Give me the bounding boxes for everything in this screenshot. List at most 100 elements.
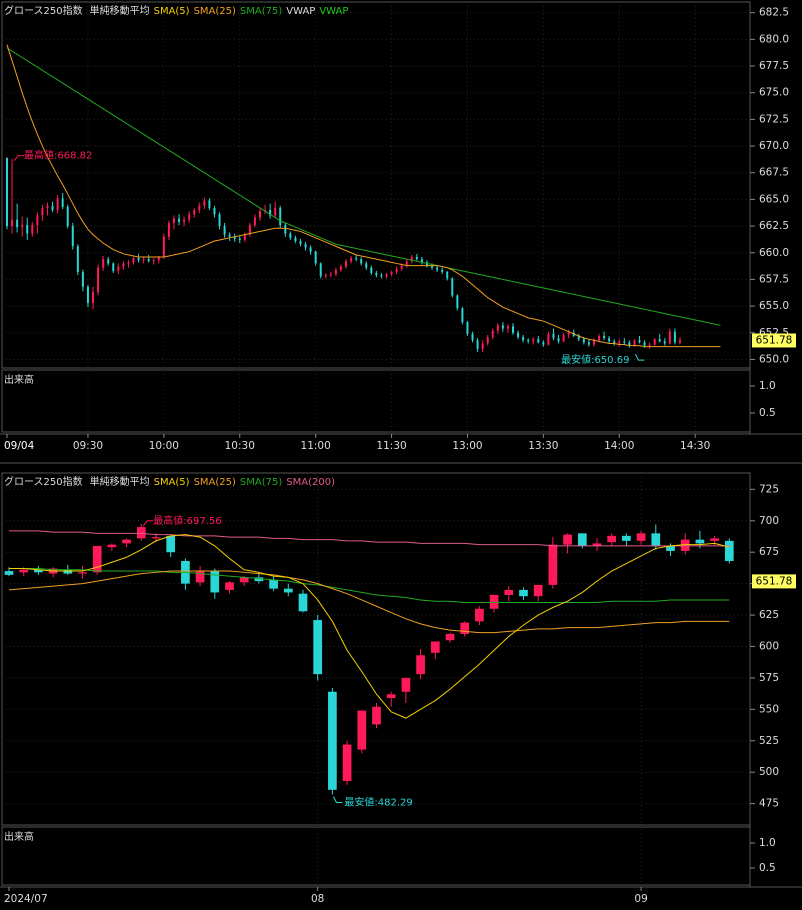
candle-body: [710, 538, 719, 541]
candle-body: [519, 589, 528, 597]
candle-body: [562, 334, 565, 342]
candle-body: [218, 214, 221, 227]
legend-item: グロース250指数: [4, 475, 83, 488]
candle-body: [475, 608, 484, 622]
x-tick-label: 10:30: [225, 440, 255, 452]
candle-body: [51, 205, 54, 211]
candle-body: [476, 340, 479, 349]
candle-body: [658, 339, 661, 342]
candle-body: [532, 339, 535, 342]
candle-body: [506, 326, 509, 329]
candle-body: [107, 259, 110, 264]
candle-body: [365, 263, 368, 268]
candle-body: [309, 247, 312, 252]
candle-body: [638, 340, 641, 343]
candle-body: [436, 267, 439, 270]
y-tick-label: 525: [759, 735, 779, 747]
candle-body: [36, 215, 39, 226]
candle-body: [451, 278, 454, 296]
candle-body: [127, 262, 130, 264]
candle-body: [491, 330, 494, 338]
candle-body: [259, 211, 261, 218]
candle-body: [61, 198, 64, 207]
volume-label: 出来高: [4, 830, 34, 843]
candle-body: [533, 584, 543, 597]
x-tick-label: 13:00: [452, 440, 482, 452]
x-tick-label: 09/04: [4, 440, 35, 452]
candle-body: [11, 219, 14, 227]
candle-body: [228, 234, 231, 237]
candle-body: [416, 655, 425, 675]
candle-body: [386, 694, 396, 699]
candle-body: [446, 271, 449, 279]
candle-body: [695, 539, 705, 544]
candle-body: [147, 259, 150, 262]
candle-body: [172, 218, 175, 223]
candle-body: [401, 677, 411, 692]
high-annotation: 最高値:668.82: [24, 149, 92, 162]
candle-body: [81, 271, 84, 287]
y-tick-label: 675.0: [759, 87, 789, 99]
candle-body: [86, 286, 89, 303]
x-tick-label: 11:30: [376, 440, 406, 452]
candle-body: [517, 332, 520, 338]
volume-tick-label: 0.5: [759, 862, 776, 874]
y-tick-label: 657.5: [759, 273, 789, 285]
y-tick-label: 662.5: [759, 220, 789, 232]
volume-tick-label: 0.5: [759, 407, 776, 419]
y-tick-label: 475: [759, 798, 779, 810]
y-tick-label: 680.0: [759, 33, 789, 45]
candle-body: [112, 263, 115, 271]
x-tick-label: 2024/07: [4, 893, 48, 905]
stock-chart-canvas: 682.5 680.0 677.5 675.0 672.5 670.0 667.5 665.0…: [0, 0, 802, 910]
y-tick-label: 550: [759, 703, 779, 715]
candle-body: [375, 273, 378, 276]
candle-body: [648, 344, 651, 346]
legend-item: SMA(75): [240, 477, 282, 488]
x-tick-label: 09:30: [73, 440, 103, 452]
candle-body: [243, 234, 246, 240]
legend-item: SMA(25): [194, 6, 236, 17]
candle-body: [137, 258, 140, 261]
candle-body: [577, 533, 587, 546]
candle-body: [21, 225, 24, 228]
candle-body: [46, 205, 49, 208]
candle-body: [548, 544, 558, 585]
candle-body: [71, 226, 74, 247]
legend-item: SMA(25): [194, 477, 236, 488]
candle-body: [304, 244, 307, 248]
candle-body: [345, 261, 348, 267]
candle-body: [223, 226, 226, 235]
y-tick-label: 725: [759, 483, 779, 495]
candle-body: [370, 267, 373, 274]
y-tick-label: 650.0: [759, 353, 789, 365]
candle-body: [92, 292, 95, 303]
candle-body: [151, 537, 161, 539]
candle-body: [643, 342, 646, 346]
x-tick-label: 13:30: [528, 440, 558, 452]
candle-body: [213, 207, 216, 215]
x-tick-label: 14:30: [680, 440, 710, 452]
candle-body: [313, 620, 323, 675]
candle-body: [651, 533, 661, 546]
candle-body: [501, 325, 504, 329]
candle-body: [607, 535, 617, 543]
candle-body: [299, 241, 302, 245]
candle-body: [486, 337, 489, 344]
candle-body: [350, 258, 353, 262]
candle-body: [471, 333, 474, 341]
candle-body: [557, 338, 560, 342]
candle-body: [208, 200, 211, 208]
candle-body: [319, 263, 322, 277]
candle-body: [183, 219, 186, 222]
candle-body: [372, 706, 381, 725]
candle-body: [390, 271, 393, 275]
candle-body: [547, 333, 550, 345]
candle-body: [395, 268, 398, 272]
candle-body: [598, 335, 601, 341]
x-tick-label: 09: [634, 893, 647, 905]
candle-body: [284, 225, 287, 234]
candle-body: [430, 641, 440, 653]
candle-body: [122, 263, 125, 267]
candle-body: [63, 569, 73, 574]
